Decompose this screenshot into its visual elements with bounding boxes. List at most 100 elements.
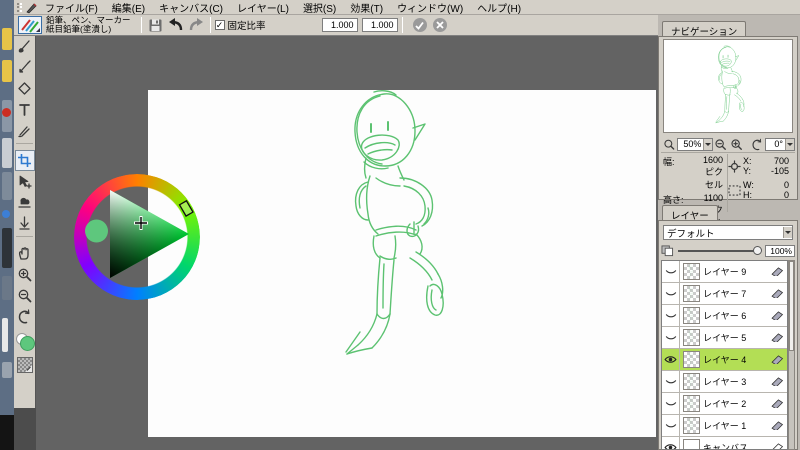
pen-tip-icon[interactable] xyxy=(771,421,784,430)
layer-row-canvas[interactable]: キャンバス xyxy=(662,437,787,450)
tab-navigator[interactable]: ナビゲーション xyxy=(662,21,747,38)
navigator-preview[interactable] xyxy=(663,39,793,133)
nav-zoom-in-button[interactable] xyxy=(729,135,744,153)
eye-open-icon xyxy=(664,444,677,449)
layer-list-scrollbar[interactable] xyxy=(788,260,795,450)
tool-rotate-view[interactable] xyxy=(15,306,35,327)
visibility-toggle[interactable] xyxy=(662,305,680,326)
apply-button[interactable] xyxy=(412,18,427,32)
pen-tip-icon[interactable] xyxy=(771,377,784,386)
main-color-swatch[interactable] xyxy=(19,336,35,351)
hue-marker[interactable] xyxy=(178,199,194,217)
redo-button[interactable] xyxy=(186,16,206,34)
tool-zoom-out[interactable] xyxy=(15,285,35,306)
opacity-slider[interactable] xyxy=(678,245,762,255)
check-icon xyxy=(415,21,424,30)
menu-select[interactable]: 選択(S) xyxy=(296,0,343,16)
menu-effect[interactable]: 効果(T) xyxy=(343,0,390,16)
chevron-down-icon[interactable] xyxy=(703,138,713,150)
menu-window[interactable]: ウィンドウ(W) xyxy=(390,0,470,16)
drawing-canvas[interactable] xyxy=(148,90,656,437)
layer-thumbnail[interactable] xyxy=(683,285,700,302)
pen-tip-icon[interactable] xyxy=(771,355,784,364)
cancel-button[interactable] xyxy=(432,18,447,32)
chevron-down-icon[interactable] xyxy=(783,227,792,238)
tool-stamp[interactable] xyxy=(15,192,35,213)
tab-layers[interactable]: レイヤー xyxy=(662,205,718,222)
layer-row[interactable]: レイヤー 9 xyxy=(662,261,787,283)
blend-mode-select[interactable]: デフォルト xyxy=(663,225,793,240)
visibility-toggle[interactable] xyxy=(662,371,680,392)
menu-edit[interactable]: 編集(E) xyxy=(105,0,152,16)
layer-row[interactable]: レイヤー 2 xyxy=(662,393,787,415)
texture-swatch[interactable] xyxy=(15,355,35,375)
tool-hand[interactable] xyxy=(15,243,35,264)
layer-row[interactable]: レイヤー 3 xyxy=(662,371,787,393)
zoom-select[interactable]: 50% xyxy=(677,137,714,151)
nav-zoom-out-button[interactable] xyxy=(713,135,728,153)
pen-tip-icon[interactable] xyxy=(771,333,784,342)
ratio-x-input[interactable]: 1.000 xyxy=(321,18,358,32)
pen-tip-icon[interactable] xyxy=(771,311,784,320)
visibility-toggle[interactable] xyxy=(662,327,680,348)
pen-tip-icon[interactable] xyxy=(771,443,784,450)
tool-text[interactable] xyxy=(15,99,35,120)
x-label: X: xyxy=(743,156,752,166)
layer-thumbnail[interactable] xyxy=(683,439,700,449)
tool-crop[interactable] xyxy=(14,150,35,171)
ratio-y-input[interactable]: 1.000 xyxy=(361,18,398,32)
layer-row-selected[interactable]: レイヤー 4 xyxy=(662,349,787,371)
visibility-toggle[interactable] xyxy=(662,349,680,370)
sv-triangle[interactable] xyxy=(74,174,200,300)
chevron-down-icon[interactable] xyxy=(785,138,795,150)
brush-preset-button[interactable] xyxy=(18,16,42,34)
tool-polygon-select[interactable] xyxy=(15,78,35,99)
layer-thumbnail[interactable] xyxy=(683,263,700,280)
width-value: 1600 ピクセル xyxy=(702,155,723,190)
layer-row[interactable]: レイヤー 5 xyxy=(662,327,787,349)
layer-row[interactable]: レイヤー 7 xyxy=(662,283,787,305)
layer-row[interactable]: レイヤー 6 xyxy=(662,305,787,327)
menu-help[interactable]: ヘルプ(H) xyxy=(470,0,528,16)
current-colors[interactable] xyxy=(15,331,35,355)
visibility-toggle[interactable] xyxy=(662,393,680,414)
tool-brush[interactable] xyxy=(15,36,35,57)
menu-canvas[interactable]: キャンバス(C) xyxy=(152,0,230,16)
fixed-ratio-checkbox[interactable]: ✓ xyxy=(214,20,225,30)
tool-marker[interactable] xyxy=(15,120,35,141)
layer-name: レイヤー 2 xyxy=(703,399,747,409)
toolbar-grip[interactable] xyxy=(17,2,22,12)
layer-thumbnail[interactable] xyxy=(683,417,700,434)
tool-pen[interactable] xyxy=(15,57,35,78)
save-button[interactable] xyxy=(146,16,166,34)
layer-thumbnail[interactable] xyxy=(683,373,700,390)
menu-file[interactable]: ファイル(F) xyxy=(38,0,105,16)
layer-thumbnail[interactable] xyxy=(683,329,700,346)
tool-pin[interactable] xyxy=(15,213,35,234)
tool-move[interactable] xyxy=(15,171,35,192)
toolbar-separator xyxy=(140,17,142,33)
h-value: 0 xyxy=(783,190,789,200)
menu-layer[interactable]: レイヤー(L) xyxy=(230,0,296,16)
visibility-toggle[interactable] xyxy=(662,261,680,282)
pen-tip-icon[interactable] xyxy=(771,289,784,298)
layer-row[interactable]: レイヤー 1 xyxy=(662,415,787,437)
pen-tip-icon[interactable] xyxy=(771,399,784,408)
visibility-toggle[interactable] xyxy=(662,283,680,304)
layer-thumbnail[interactable] xyxy=(683,395,700,412)
scrollbar-thumb[interactable] xyxy=(789,261,794,351)
eye-closed-icon xyxy=(665,313,676,317)
opacity-value[interactable]: 100% xyxy=(765,244,795,257)
opacity-icon xyxy=(661,244,674,256)
rotation-select[interactable]: 0° xyxy=(764,137,796,151)
pen-tip-icon[interactable] xyxy=(771,267,784,276)
layer-thumbnail[interactable] xyxy=(683,351,700,368)
opacity-slider-knob[interactable] xyxy=(753,245,762,255)
undo-button[interactable] xyxy=(166,16,186,34)
layer-thumbnail[interactable] xyxy=(683,307,700,324)
visibility-toggle[interactable] xyxy=(662,437,680,449)
tool-zoom-in[interactable] xyxy=(15,264,35,285)
w-label: W: xyxy=(743,180,754,190)
visibility-toggle[interactable] xyxy=(662,415,680,436)
eye-closed-icon xyxy=(665,401,676,405)
